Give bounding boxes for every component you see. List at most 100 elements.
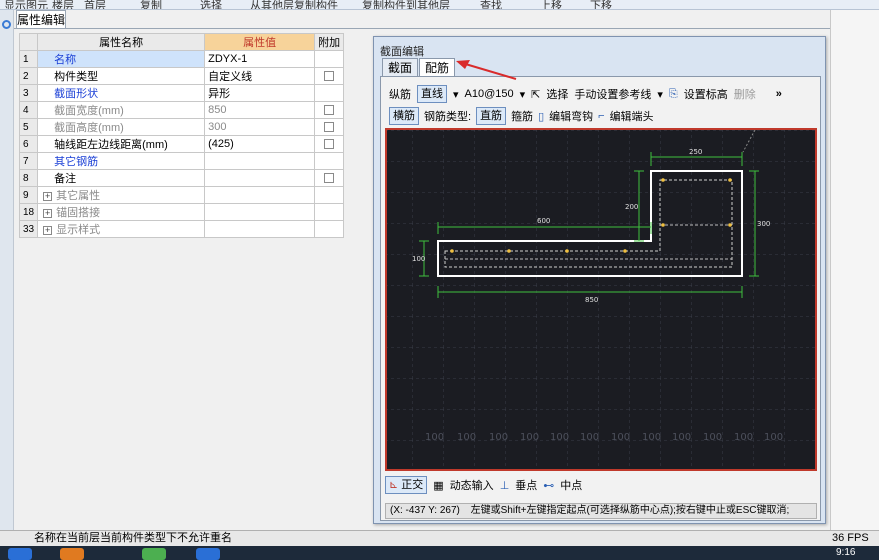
prop-value[interactable]: 自定义线 xyxy=(204,67,316,85)
prop-group[interactable]: + 锚固搭接 xyxy=(37,203,206,221)
prop-value[interactable] xyxy=(204,169,316,187)
select-button[interactable]: 选择 xyxy=(546,86,568,102)
prop-group[interactable]: + 其它属性 xyxy=(37,186,206,204)
row-num: 18 xyxy=(18,203,39,221)
prop-value[interactable]: 300 xyxy=(204,118,316,136)
extra-checkbox[interactable] xyxy=(324,122,335,133)
extra-cell xyxy=(314,118,345,136)
prop-value[interactable]: (425) xyxy=(204,135,316,153)
app-icon[interactable] xyxy=(60,548,84,560)
grid-label: 100 xyxy=(550,432,569,443)
stirrup-button[interactable]: 箍筋 xyxy=(511,108,533,124)
expand-icon[interactable]: + xyxy=(43,209,53,218)
annotation-arrow xyxy=(456,60,517,80)
extra-cell xyxy=(314,67,345,85)
extra-checkbox[interactable] xyxy=(324,139,335,150)
ortho-button[interactable]: ⊾ 正交 xyxy=(385,476,428,494)
left-strip xyxy=(0,10,14,530)
perpendicular-icon: ⊥ xyxy=(499,479,510,492)
delete-button[interactable]: 删除 xyxy=(734,86,756,102)
prop-value xyxy=(204,186,316,204)
section-drawing[interactable]: 100 100 100 100 100 100 100 100 100 100 … xyxy=(387,130,815,469)
toolbar-item[interactable]: 楼层 xyxy=(52,0,74,9)
row-num: 3 xyxy=(18,84,39,102)
toolbar-item[interactable]: 显示图元 xyxy=(4,0,48,9)
reference-line-button[interactable]: 手动设置参考线 xyxy=(574,86,651,102)
prop-value[interactable] xyxy=(204,152,316,170)
extra-checkbox[interactable] xyxy=(324,173,335,184)
prop-name: 截面形状 xyxy=(37,84,206,102)
table-row[interactable]: 4 截面宽度(mm) 850 xyxy=(18,101,345,119)
expand-icon[interactable]: + xyxy=(43,226,53,235)
prop-value[interactable]: 850 xyxy=(204,101,316,119)
table-row[interactable]: 6 轴线距左边线距离(mm) (425) xyxy=(18,135,345,153)
longitudinal-bar-button[interactable]: 纵筋 xyxy=(389,86,411,102)
app-icon[interactable] xyxy=(142,548,166,560)
toolbar-item[interactable]: 从其他层复制构件 xyxy=(250,0,338,9)
bar-spec-select[interactable]: A10@150 xyxy=(465,88,514,100)
tab-section[interactable]: 截面 xyxy=(382,58,418,77)
toolbar-item[interactable]: 下移 xyxy=(590,0,612,9)
prop-value xyxy=(204,203,316,221)
grid-label: 100 xyxy=(580,432,599,443)
prop-group[interactable]: + 显示样式 xyxy=(37,220,206,238)
ortho-icon: ⊾ xyxy=(389,479,399,491)
extra-cell xyxy=(314,152,345,170)
status-bar: 名称在当前层当前构件类型下不允许重名 36 FPS xyxy=(0,530,879,546)
right-panel xyxy=(830,10,879,530)
start-icon[interactable] xyxy=(8,548,32,560)
dropdown-arrow-icon[interactable]: ▾ xyxy=(657,88,663,101)
more-icon[interactable]: » xyxy=(776,88,782,100)
table-row[interactable]: 2 构件类型 自定义线 xyxy=(18,67,345,85)
elevation-icon: ⎘ xyxy=(668,87,678,100)
prop-name: 其它钢筋 xyxy=(37,152,206,170)
straight-bar-button[interactable]: 直筋 xyxy=(476,107,507,125)
dropdown-arrow-icon[interactable]: ▾ xyxy=(520,88,526,101)
app-icon[interactable] xyxy=(196,548,220,560)
midpoint-button[interactable]: 中点 xyxy=(560,477,582,493)
grid-background xyxy=(387,130,815,469)
table-row[interactable]: 7 其它钢筋 xyxy=(18,152,345,170)
edit-hook-button[interactable]: 编辑弯钩 xyxy=(549,108,593,124)
table-row[interactable]: 5 截面高度(mm) 300 xyxy=(18,118,345,136)
drawing-canvas[interactable]: 100 100 100 100 100 100 100 100 100 100 … xyxy=(385,128,817,471)
prop-value[interactable]: 异形 xyxy=(204,84,316,102)
tab-property-edit[interactable]: 属性编辑 xyxy=(16,10,66,29)
transverse-bar-button[interactable]: 横筋 xyxy=(389,107,419,125)
expand-icon[interactable]: + xyxy=(43,192,53,201)
refresh-icon[interactable] xyxy=(2,20,11,29)
toolbar-item[interactable]: 选择 xyxy=(200,0,222,9)
fps-readout: 36 FPS xyxy=(832,532,869,544)
line-mode-button[interactable]: 直线 xyxy=(417,85,447,103)
set-elevation-button[interactable]: 设置标高 xyxy=(684,86,728,102)
dim-label: 850 xyxy=(585,296,598,304)
toolbar-item[interactable]: 上移 xyxy=(540,0,562,9)
dynamic-input-button[interactable]: 动态输入 xyxy=(450,477,494,493)
dropdown-arrow-icon[interactable]: ▾ xyxy=(453,88,459,101)
row-num: 2 xyxy=(18,67,39,85)
property-table: 属性名称 属性值 附加 1 名称 ZDYX-1 2 构件类型 自定义线 3 截面… xyxy=(18,33,345,238)
toolbar-item[interactable]: 查找 xyxy=(480,0,502,9)
table-row[interactable]: 1 名称 ZDYX-1 xyxy=(18,50,345,68)
table-row[interactable]: 3 截面形状 异形 xyxy=(18,84,345,102)
coordinate-readout: (X: -437 Y: 267) xyxy=(390,505,460,516)
group-label: 锚固搭接 xyxy=(56,207,101,219)
table-row[interactable]: 8 备注 xyxy=(18,169,345,187)
toolbar-item[interactable]: 复制构件到其他层 xyxy=(362,0,450,9)
midpoint-icon: ⊷ xyxy=(543,479,555,492)
extra-checkbox[interactable] xyxy=(324,71,335,82)
dim-label: 250 xyxy=(689,148,702,156)
table-row[interactable]: 18 + 锚固搭接 xyxy=(18,203,345,221)
prop-value-input[interactable]: ZDYX-1 xyxy=(204,50,316,68)
table-row[interactable]: 9 + 其它属性 xyxy=(18,186,345,204)
extra-cell xyxy=(314,101,345,119)
perpendicular-button[interactable]: 垂点 xyxy=(515,477,537,493)
edit-end-button[interactable]: 编辑端头 xyxy=(610,108,654,124)
table-row[interactable]: 33 + 显示样式 xyxy=(18,220,345,238)
dim-label: 200 xyxy=(625,203,638,211)
extra-checkbox[interactable] xyxy=(324,105,335,116)
grid-label: 100 xyxy=(672,432,691,443)
toolbar-item[interactable]: 复制 xyxy=(140,0,162,9)
toolbar-item[interactable]: 首层 xyxy=(84,0,106,9)
prop-name: 轴线距左边线距离(mm) xyxy=(37,135,206,153)
